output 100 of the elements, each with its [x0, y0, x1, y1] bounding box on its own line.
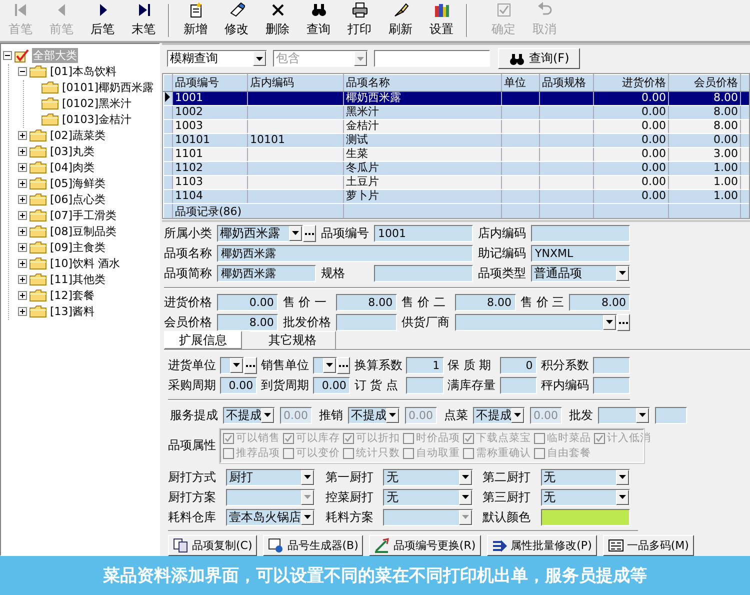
- dropdown[interactable]: 壹本岛火锅店: [226, 508, 316, 526]
- tree-item[interactable]: [05]海鲜类: [49, 176, 107, 192]
- expander-icon[interactable]: [3, 51, 12, 60]
- action-button[interactable]: 品项复制(C): [168, 534, 258, 556]
- text-field[interactable]: 椰奶西米露: [217, 264, 316, 282]
- dropdown[interactable]: 椰奶西米露: [217, 224, 303, 242]
- text-field[interactable]: [336, 314, 397, 331]
- next-button[interactable]: 后笔: [82, 0, 123, 41]
- tree-item[interactable]: [12]套餐: [49, 288, 96, 304]
- tab[interactable]: 其它规格: [250, 330, 336, 349]
- refresh-button[interactable]: 刷新: [380, 0, 421, 41]
- dropdown-arrow-icon: [639, 413, 646, 418]
- tree-item[interactable]: [0102]黑米汁: [61, 96, 133, 112]
- text-field[interactable]: 1: [406, 356, 444, 374]
- more-button[interactable]: [244, 356, 258, 374]
- table-cell: 黑米汁: [344, 105, 502, 120]
- text-field[interactable]: 0: [500, 356, 537, 374]
- tree-item[interactable]: [02]蔬菜类: [49, 128, 107, 144]
- field-label: 批发: [569, 406, 593, 424]
- tree-item[interactable]: [10]饮料 酒水: [49, 256, 122, 272]
- expander-icon[interactable]: [18, 275, 27, 284]
- expander-icon[interactable]: [18, 307, 27, 316]
- text-field[interactable]: [374, 264, 473, 282]
- action-button[interactable]: 属性批量修改(P): [486, 534, 597, 556]
- dropdown[interactable]: 无: [540, 488, 630, 506]
- text-field[interactable]: 8.00: [454, 294, 516, 311]
- text-field[interactable]: [592, 356, 630, 374]
- text-field[interactable]: 8.00: [217, 314, 278, 331]
- action-button[interactable]: 品号生成器(B): [263, 534, 364, 556]
- tree-item[interactable]: [06]点心类: [49, 192, 107, 208]
- tree-item[interactable]: [08]豆制品类: [49, 224, 118, 240]
- dropdown[interactable]: [220, 356, 244, 374]
- dropdown[interactable]: 无: [383, 488, 473, 506]
- text-field[interactable]: 8.00: [569, 294, 630, 311]
- search-button[interactable]: 查询(F): [498, 48, 580, 70]
- more-button[interactable]: [617, 314, 630, 331]
- expander-icon[interactable]: [18, 163, 27, 172]
- settings-button[interactable]: 设置: [421, 0, 462, 41]
- checkbox-icon[interactable]: [14, 48, 30, 63]
- column-header[interactable]: 单位: [502, 74, 540, 92]
- dropdown[interactable]: 无: [383, 468, 473, 486]
- tree-item[interactable]: [07]手工滑类: [49, 208, 118, 224]
- action-button[interactable]: 一品多码(M): [602, 534, 694, 556]
- color-swatch[interactable]: [540, 508, 630, 526]
- expander-icon[interactable]: [18, 211, 27, 220]
- action-button[interactable]: 品项编号更换(R): [369, 534, 481, 556]
- search-field[interactable]: [374, 50, 490, 68]
- text-field[interactable]: [655, 406, 687, 424]
- expander-icon[interactable]: [18, 195, 27, 204]
- table-cell: 0.00: [594, 161, 668, 176]
- tree-item[interactable]: [01]本岛饮料: [49, 64, 118, 80]
- tree-item[interactable]: [03]丸类: [49, 144, 96, 160]
- column-header[interactable]: 进货价格: [594, 74, 668, 92]
- tree-item[interactable]: [0101]椰奶西米露: [61, 80, 155, 96]
- column-header[interactable]: 品项编号: [172, 74, 248, 92]
- expander-icon[interactable]: [18, 227, 27, 236]
- tree-item[interactable]: [13]酱料: [49, 304, 96, 320]
- edit-button[interactable]: 修改: [216, 0, 257, 41]
- text-field[interactable]: 0.00: [217, 294, 278, 311]
- delete-button[interactable]: 删除: [257, 0, 298, 41]
- more-button[interactable]: [303, 224, 316, 242]
- text-field[interactable]: [406, 376, 444, 394]
- tree-item[interactable]: [0103]金桔汁: [61, 112, 133, 128]
- expander-icon[interactable]: [18, 67, 27, 76]
- text-field[interactable]: 8.00: [336, 294, 397, 311]
- tree-item[interactable]: [04]肉类: [49, 160, 96, 176]
- text-field[interactable]: YNXML: [531, 244, 630, 262]
- text-field[interactable]: [531, 224, 630, 242]
- tree-item[interactable]: [11]其他类: [49, 272, 107, 288]
- dropdown[interactable]: 无: [540, 468, 630, 486]
- folder-icon: [29, 65, 47, 78]
- expander-icon[interactable]: [18, 131, 27, 140]
- more-button[interactable]: [337, 356, 350, 374]
- tree-item[interactable]: [09]主食类: [49, 240, 107, 256]
- dropdown[interactable]: 模糊查询: [167, 50, 267, 68]
- text-field[interactable]: 0.00: [220, 376, 258, 394]
- text-field[interactable]: [592, 376, 630, 394]
- print-button[interactable]: 打印: [339, 0, 380, 41]
- expander-icon[interactable]: [18, 291, 27, 300]
- column-header[interactable]: 店内编码: [248, 74, 344, 92]
- column-header[interactable]: 品项名称: [344, 74, 502, 92]
- new-button[interactable]: 新增: [175, 0, 216, 41]
- text-field[interactable]: 椰奶西米露: [217, 244, 473, 262]
- dropdown[interactable]: [313, 356, 338, 374]
- expander-icon[interactable]: [18, 147, 27, 156]
- search-button[interactable]: 查询: [298, 0, 339, 41]
- text-field[interactable]: 1001: [374, 224, 473, 242]
- expander-icon[interactable]: [18, 179, 27, 188]
- text-field[interactable]: 0.00: [313, 376, 350, 394]
- table-cell: 1104: [172, 189, 248, 204]
- expander-icon[interactable]: [18, 259, 27, 268]
- text-field[interactable]: [500, 376, 537, 394]
- last-button[interactable]: 末笔: [123, 0, 164, 41]
- column-header[interactable]: 品项规格: [540, 74, 594, 92]
- expander-icon[interactable]: [18, 243, 27, 252]
- tab[interactable]: 扩展信息: [164, 330, 242, 349]
- dropdown-arrow-icon: [304, 515, 312, 520]
- column-header[interactable]: 会员价格: [668, 74, 740, 92]
- dropdown[interactable]: 厨打: [226, 468, 316, 486]
- dropdown[interactable]: 普通品项: [531, 264, 630, 282]
